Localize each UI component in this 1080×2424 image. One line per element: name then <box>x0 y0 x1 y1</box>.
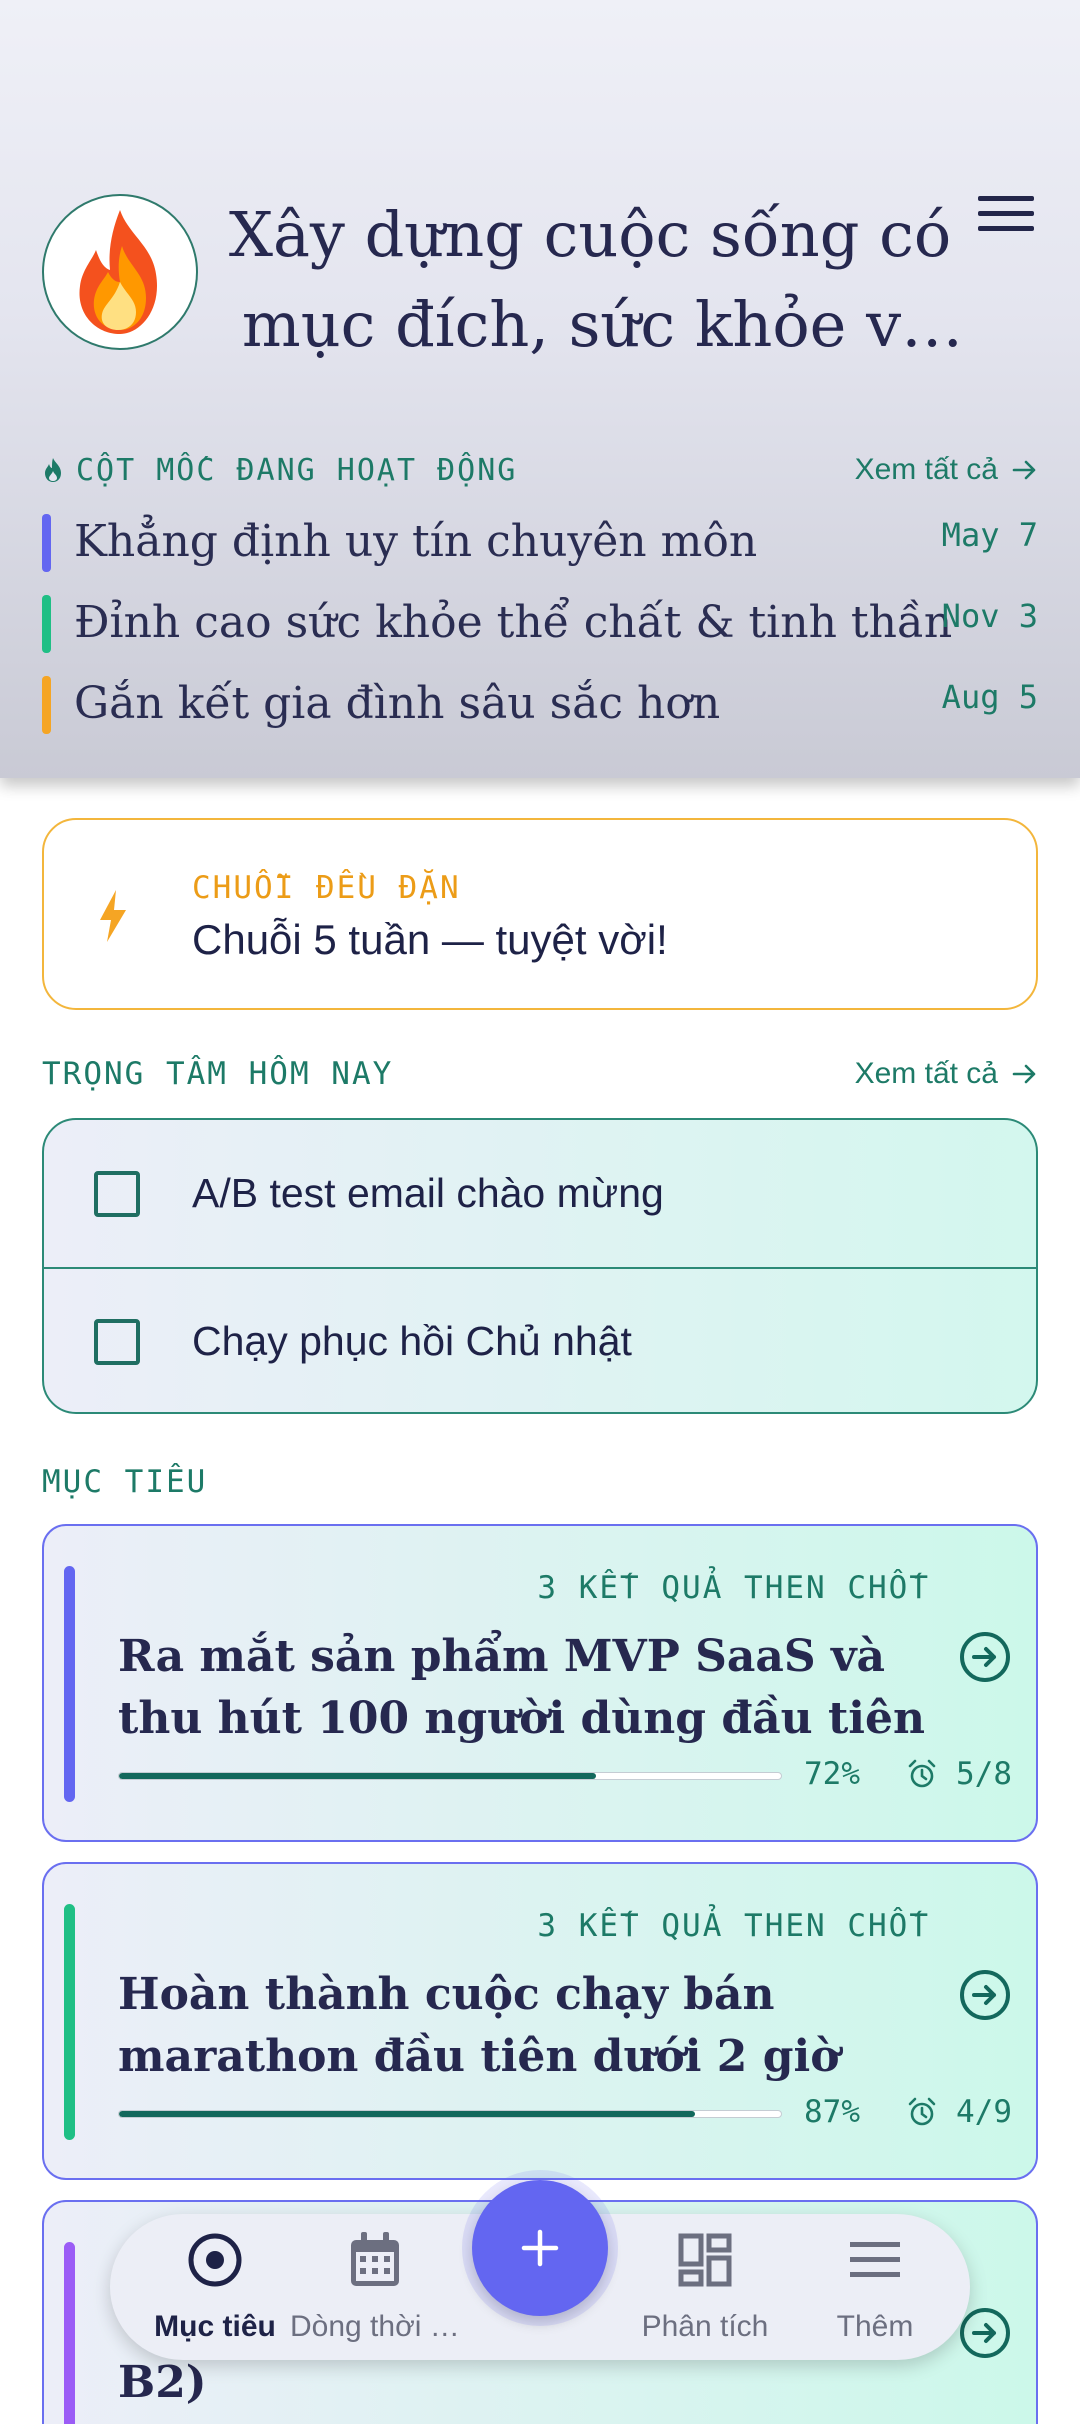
fire-small-icon <box>45 458 61 482</box>
arrow-right-icon <box>1012 1064 1036 1084</box>
target-icon <box>188 2233 242 2287</box>
goal-task-count: 4/9 <box>956 2094 1012 2130</box>
focus-see-all-link[interactable]: Xem tất cả <box>855 1057 1038 1091</box>
plus-icon <box>521 2229 559 2267</box>
nav-item-more[interactable]: Thêm <box>790 2228 960 2344</box>
nav-label: Dòng thời gian <box>290 2310 460 2343</box>
goal-progress-bar <box>118 2110 782 2118</box>
arrow-circle-right-icon[interactable] <box>958 2306 1012 2360</box>
hamburger-menu-icon[interactable] <box>978 196 1034 240</box>
streak-text: Chuỗi 5 tuần — tuyệt vời! <box>192 916 668 963</box>
milestones-see-all-link[interactable]: Xem tất cả <box>855 453 1038 487</box>
focus-label: TRỌNG TÂM HÔM NAY <box>42 1056 394 1092</box>
goal-progress-bar <box>118 1772 782 1780</box>
milestone-item[interactable]: Đỉnh cao sức khỏe thể chất & tinh thần N… <box>42 591 1038 672</box>
checkbox[interactable] <box>94 1318 140 1365</box>
alarm-clock-icon <box>908 1759 936 1788</box>
milestones-label: CỘT MỐC ĐANG HOẠT ĐỘNG <box>76 452 518 488</box>
focus-item[interactable]: A/B test email chào mừng <box>44 1120 1036 1267</box>
streak-card[interactable]: CHUỖI ĐỀU ĐẶN Chuỗi 5 tuần — tuyệt vời! <box>42 818 1038 1010</box>
milestone-date: May 7 <box>941 516 1038 554</box>
goal-progress-fill <box>119 1773 596 1779</box>
goal-title: Hoàn thành cuộc chạy bán marathon đầu ti… <box>118 1969 840 2082</box>
goal-title: Ra mắt sản phẩm MVP SaaS và thu hút 100 … <box>118 1631 925 1744</box>
arrow-circle-right-icon[interactable] <box>958 1630 1012 1684</box>
goals-label: MỤC TIÊU <box>42 1464 208 1500</box>
milestone-item[interactable]: Gắn kết gia đình sâu sắc hơn Aug 5 <box>42 672 1038 753</box>
milestone-color-bar <box>42 514 51 572</box>
goal-key-results-count: 3 KẾT QUẢ THEN CHỐT <box>537 1570 930 1606</box>
goal-title: B2) <box>118 2357 207 2408</box>
calendar-icon <box>351 2232 399 2286</box>
goal-card[interactable]: 3 KẾT QUẢ THEN CHỐT Hoàn thành cuộc chạy… <box>42 1862 1038 2180</box>
lightning-bolt-icon <box>100 890 126 942</box>
milestone-title: Đỉnh cao sức khỏe thể chất & tinh thần <box>74 597 953 648</box>
nav-label: Phân tích <box>641 2310 769 2343</box>
avatar[interactable] <box>42 194 198 350</box>
milestone-date: Nov 3 <box>941 597 1038 635</box>
menu-icon <box>850 2242 900 2277</box>
focus-item-text: A/B test email chào mừng <box>192 1170 664 1216</box>
focus-header: TRỌNG TÂM HÔM NAY Xem tất cả <box>42 1054 1038 1094</box>
goal-color-bar <box>64 1904 75 2140</box>
goals-header: MỤC TIÊU <box>42 1462 1038 1502</box>
milestone-title: Khẳng định uy tín chuyên môn <box>74 516 758 567</box>
milestone-color-bar <box>42 595 51 653</box>
milestone-title: Gắn kết gia đình sâu sắc hơn <box>74 678 721 729</box>
goal-progress-fill <box>119 2111 695 2117</box>
arrow-right-icon <box>1012 460 1036 480</box>
page-title: Xây dựng cuộc sống có mục đích, sức khỏe… <box>228 198 952 361</box>
milestone-color-bar <box>42 676 51 734</box>
focus-card: A/B test email chào mừng Chạy phục hồi C… <box>42 1118 1038 1414</box>
goal-progress-percent: 87% <box>804 2094 860 2130</box>
focus-item[interactable]: Chạy phục hồi Chủ nhật <box>44 1267 1036 1412</box>
alarm-clock-icon <box>908 2097 936 2126</box>
streak-label: CHUỖI ĐỀU ĐẶN <box>192 870 461 906</box>
nav-item-goals[interactable]: Mục tiêu <box>130 2228 300 2344</box>
goal-key-results-count: 3 KẾT QUẢ THEN CHỐT <box>537 1908 930 1944</box>
nav-item-timeline[interactable]: Dòng thời gian <box>290 2228 460 2344</box>
checkbox[interactable] <box>94 1170 140 1217</box>
milestone-date: Aug 5 <box>941 678 1038 716</box>
nav-label: Thêm <box>836 2310 914 2343</box>
goal-color-bar <box>64 2242 75 2424</box>
add-button[interactable] <box>472 2180 608 2316</box>
nav-label: Mục tiêu <box>154 2310 276 2343</box>
header: Xây dựng cuộc sống có mục đích, sức khỏe… <box>0 0 1080 778</box>
arrow-circle-right-icon[interactable] <box>958 1968 1012 2022</box>
goal-progress-percent: 72% <box>804 1756 860 1792</box>
milestone-item[interactable]: Khẳng định uy tín chuyên môn May 7 <box>42 510 1038 591</box>
goal-card[interactable]: 3 KẾT QUẢ THEN CHỐT Ra mắt sản phẩm MVP … <box>42 1524 1038 1842</box>
focus-item-text: Chạy phục hồi Chủ nhật <box>192 1318 632 1364</box>
fire-icon <box>79 210 158 334</box>
dashboard-grid-icon <box>678 2233 732 2287</box>
goal-task-count: 5/8 <box>956 1756 1012 1792</box>
milestone-list: Khẳng định uy tín chuyên môn May 7 Đỉnh … <box>42 510 1038 753</box>
goal-color-bar <box>64 1566 75 1802</box>
milestones-header: CỘT MỐC ĐANG HOẠT ĐỘNG Xem tất cả <box>42 450 1038 490</box>
nav-item-analytics[interactable]: Phân tích <box>620 2228 790 2344</box>
